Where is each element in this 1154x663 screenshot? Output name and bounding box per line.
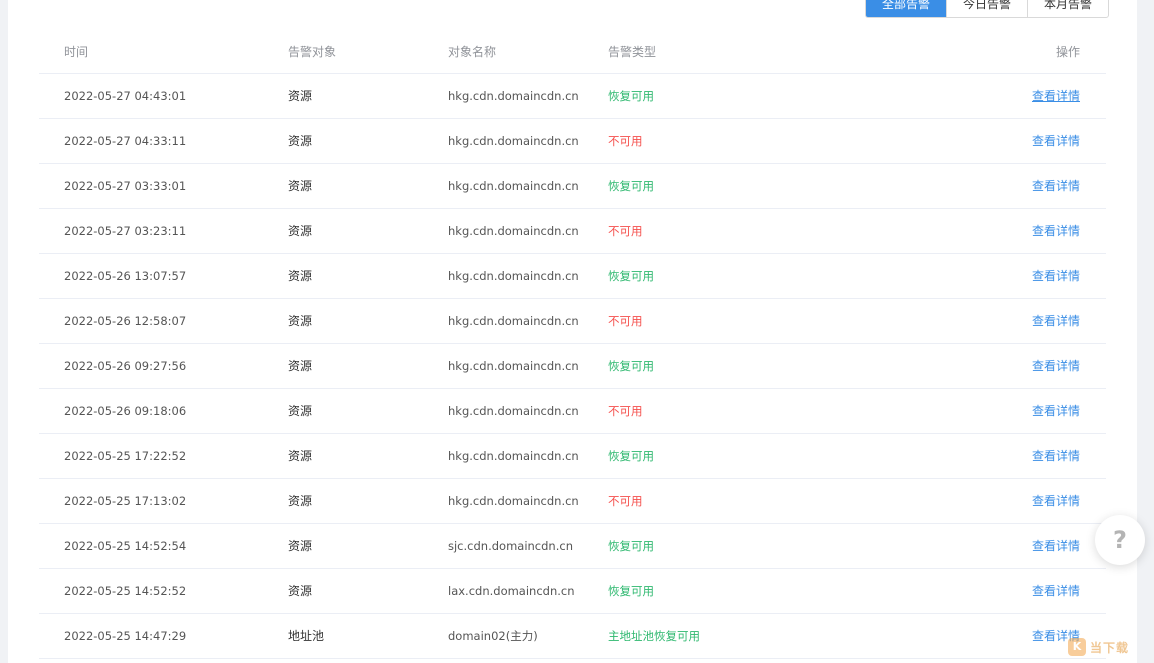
view-details-link[interactable]: 查看详情 (1032, 434, 1080, 478)
row-alert-type: 不可用 (608, 314, 643, 328)
table-row: 2022-05-27 04:43:01 资源 hkg.cdn.domaincdn.c… (39, 74, 1106, 119)
watermark-text: 当下载 (1090, 640, 1130, 655)
row-time: 2022-05-25 14:52:54 (64, 539, 187, 553)
view-details-link[interactable]: 查看详情 (1032, 389, 1080, 433)
row-target: 资源 (288, 494, 313, 508)
question-icon: ? (1113, 526, 1127, 554)
column-header-name[interactable]: 对象名称 (448, 29, 496, 75)
row-time: 2022-05-25 17:22:52 (64, 449, 187, 463)
tab-month-alerts[interactable]: 本月告警 (1028, 0, 1108, 17)
table-row: 2022-05-25 14:52:54 资源 sjc.cdn.domaincdn.c… (39, 524, 1106, 569)
row-alert-type: 不可用 (608, 404, 643, 418)
table-row: 2022-05-25 14:47:29 地址池 domain02(主力) 主地址池恢复… (39, 614, 1106, 659)
help-button[interactable]: ? (1095, 515, 1145, 565)
row-time: 2022-05-27 03:33:01 (64, 179, 187, 193)
row-alert-type: 不可用 (608, 494, 643, 508)
row-target: 资源 (288, 89, 313, 103)
table-row: 2022-05-27 04:33:11 资源 hkg.cdn.domaincdn.c… (39, 119, 1106, 164)
column-header-type[interactable]: 告警类型 (608, 29, 656, 75)
alert-range-tabs: 全部告警 今日告警 本月告警 (865, 0, 1110, 18)
row-target: 资源 (288, 539, 313, 553)
column-header-target[interactable]: 告警对象 (288, 29, 336, 75)
row-object-name: hkg.cdn.domaincdn.cn (448, 269, 579, 283)
row-alert-type: 恢复可用 (608, 179, 654, 193)
row-alert-type: 不可用 (608, 134, 643, 148)
row-alert-type: 恢复可用 (608, 584, 654, 598)
row-object-name: lax.cdn.domaincdn.cn (448, 584, 575, 598)
row-object-name: sjc.cdn.domaincdn.cn (448, 539, 573, 553)
row-time: 2022-05-26 12:58:07 (64, 314, 187, 328)
alerts-table: 时间 告警对象 对象名称 告警类型 操作 2022-05-27 04:43:01… (39, 29, 1106, 659)
view-details-link[interactable]: 查看详情 (1032, 254, 1080, 298)
row-alert-type: 恢复可用 (608, 359, 654, 373)
row-time: 2022-05-26 09:27:56 (64, 359, 187, 373)
table-row: 2022-05-26 09:18:06 资源 hkg.cdn.domaincdn.c… (39, 389, 1106, 434)
row-object-name: hkg.cdn.domaincdn.cn (448, 494, 579, 508)
table-body: 2022-05-27 04:43:01 资源 hkg.cdn.domaincdn.c… (39, 74, 1106, 659)
table-row: 2022-05-25 17:22:52 资源 hkg.cdn.domaincdn.c… (39, 434, 1106, 479)
table-row: 2022-05-26 13:07:57 资源 hkg.cdn.domaincdn.c… (39, 254, 1106, 299)
table-row: 2022-05-27 03:23:11 资源 hkg.cdn.domaincdn.c… (39, 209, 1106, 254)
column-header-time[interactable]: 时间 (64, 29, 88, 75)
row-target: 资源 (288, 224, 313, 238)
row-target: 资源 (288, 449, 313, 463)
row-object-name: domain02(主力) (448, 629, 538, 643)
view-details-link[interactable]: 查看详情 (1032, 524, 1080, 568)
row-time: 2022-05-26 09:18:06 (64, 404, 187, 418)
row-object-name: hkg.cdn.domaincdn.cn (448, 224, 579, 238)
row-alert-type: 恢复可用 (608, 89, 654, 103)
row-target: 地址池 (288, 629, 325, 643)
row-object-name: hkg.cdn.domaincdn.cn (448, 449, 579, 463)
row-target: 资源 (288, 314, 313, 328)
row-object-name: hkg.cdn.domaincdn.cn (448, 314, 579, 328)
view-details-link[interactable]: 查看详情 (1032, 479, 1080, 523)
row-time: 2022-05-27 04:43:01 (64, 89, 187, 103)
row-object-name: hkg.cdn.domaincdn.cn (448, 404, 579, 418)
row-alert-type: 恢复可用 (608, 449, 654, 463)
row-alert-type: 恢复可用 (608, 269, 654, 283)
row-time: 2022-05-25 14:52:52 (64, 584, 187, 598)
row-alert-type: 恢复可用 (608, 539, 654, 553)
table-header: 时间 告警对象 对象名称 告警类型 操作 (39, 29, 1106, 74)
table-row: 2022-05-27 03:33:01 资源 hkg.cdn.domaincdn.c… (39, 164, 1106, 209)
table-row: 2022-05-26 09:27:56 资源 hkg.cdn.domaincdn.c… (39, 344, 1106, 389)
row-target: 资源 (288, 359, 313, 373)
row-time: 2022-05-25 17:13:02 (64, 494, 187, 508)
view-details-link[interactable]: 查看详情 (1032, 119, 1080, 163)
row-time: 2022-05-27 03:23:11 (64, 224, 187, 238)
alerts-panel: 全部告警 今日告警 本月告警 时间 告警对象 对象名称 告警类型 操作 2022… (8, 0, 1137, 663)
row-object-name: hkg.cdn.domaincdn.cn (448, 359, 579, 373)
row-time: 2022-05-27 04:33:11 (64, 134, 187, 148)
table-row: 2022-05-26 12:58:07 资源 hkg.cdn.domaincdn.c… (39, 299, 1106, 344)
row-alert-type: 主地址池恢复可用 (608, 629, 700, 643)
view-details-link[interactable]: 查看详情 (1032, 164, 1080, 208)
view-details-link[interactable]: 查看详情 (1032, 344, 1080, 388)
row-target: 资源 (288, 584, 313, 598)
column-header-operation: 操作 (1055, 45, 1080, 59)
view-details-link[interactable]: 查看详情 (1032, 209, 1080, 253)
row-object-name: hkg.cdn.domaincdn.cn (448, 89, 579, 103)
row-time: 2022-05-25 14:47:29 (64, 629, 187, 643)
view-details-link[interactable]: 查看详情 (1032, 299, 1080, 343)
view-details-link[interactable]: 查看详情 (1032, 569, 1080, 613)
row-target: 资源 (288, 404, 313, 418)
row-alert-type: 不可用 (608, 224, 643, 238)
tab-today-alerts[interactable]: 今日告警 (947, 0, 1029, 17)
table-row: 2022-05-25 14:52:52 资源 lax.cdn.domaincdn.c… (39, 569, 1106, 614)
row-target: 资源 (288, 179, 313, 193)
row-target: 资源 (288, 269, 313, 283)
table-row: 2022-05-25 17:13:02 资源 hkg.cdn.domaincdn.c… (39, 479, 1106, 524)
row-object-name: hkg.cdn.domaincdn.cn (448, 179, 579, 193)
row-object-name: hkg.cdn.domaincdn.cn (448, 134, 579, 148)
watermark: K 当下载 (1068, 634, 1148, 660)
watermark-logo: K (1068, 638, 1086, 656)
tab-all-alerts[interactable]: 全部告警 (866, 0, 948, 17)
row-target: 资源 (288, 134, 313, 148)
row-time: 2022-05-26 13:07:57 (64, 269, 187, 283)
view-details-link[interactable]: 查看详情 (1032, 74, 1080, 118)
